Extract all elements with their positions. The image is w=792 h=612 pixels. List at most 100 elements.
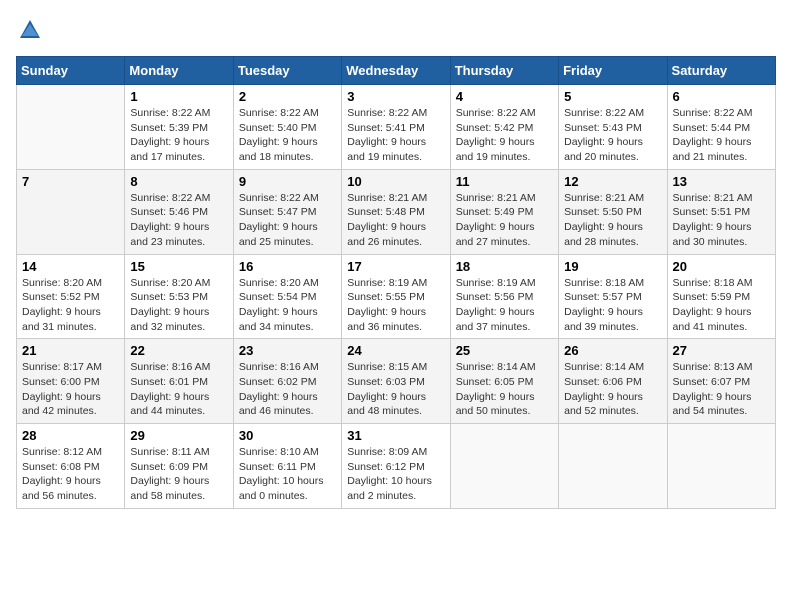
day-number: 23 [239,343,336,358]
calendar-day: 14 Sunrise: 8:20 AMSunset: 5:52 PMDayligh… [17,254,125,339]
day-info: Sunrise: 8:16 AMSunset: 6:01 PMDaylight:… [130,360,227,419]
calendar-day [450,424,558,509]
day-info: Sunrise: 8:21 AMSunset: 5:51 PMDaylight:… [673,191,770,250]
day-info: Sunrise: 8:16 AMSunset: 6:02 PMDaylight:… [239,360,336,419]
calendar-day [667,424,775,509]
calendar-day: 5 Sunrise: 8:22 AMSunset: 5:43 PMDaylight… [559,85,667,170]
day-info: Sunrise: 8:22 AMSunset: 5:46 PMDaylight:… [130,191,227,250]
day-number: 31 [347,428,444,443]
day-number: 11 [456,174,553,189]
day-number: 26 [564,343,661,358]
day-info: Sunrise: 8:17 AMSunset: 6:00 PMDaylight:… [22,360,119,419]
header [16,16,776,44]
day-number: 6 [673,89,770,104]
day-number: 28 [22,428,119,443]
logo [16,16,48,44]
calendar-day: 29 Sunrise: 8:11 AMSunset: 6:09 PMDayligh… [125,424,233,509]
day-info: Sunrise: 8:18 AMSunset: 5:59 PMDaylight:… [673,276,770,335]
calendar-week: 21 Sunrise: 8:17 AMSunset: 6:00 PMDayligh… [17,339,776,424]
calendar-day: 20 Sunrise: 8:18 AMSunset: 5:59 PMDayligh… [667,254,775,339]
day-info: Sunrise: 8:20 AMSunset: 5:54 PMDaylight:… [239,276,336,335]
calendar-table: SundayMondayTuesdayWednesdayThursdayFrid… [16,56,776,509]
day-info: Sunrise: 8:14 AMSunset: 6:05 PMDaylight:… [456,360,553,419]
day-number: 22 [130,343,227,358]
weekday-header: Sunday [17,57,125,85]
day-number: 13 [673,174,770,189]
day-info: Sunrise: 8:12 AMSunset: 6:08 PMDaylight:… [22,445,119,504]
day-number: 5 [564,89,661,104]
day-number: 25 [456,343,553,358]
day-info: Sunrise: 8:22 AMSunset: 5:39 PMDaylight:… [130,106,227,165]
calendar-day: 8 Sunrise: 8:22 AMSunset: 5:46 PMDaylight… [125,169,233,254]
day-number: 2 [239,89,336,104]
day-info: Sunrise: 8:22 AMSunset: 5:44 PMDaylight:… [673,106,770,165]
day-number: 19 [564,259,661,274]
calendar-day: 24 Sunrise: 8:15 AMSunset: 6:03 PMDayligh… [342,339,450,424]
calendar-day: 31 Sunrise: 8:09 AMSunset: 6:12 PMDayligh… [342,424,450,509]
calendar-day: 11 Sunrise: 8:21 AMSunset: 5:49 PMDayligh… [450,169,558,254]
day-number: 14 [22,259,119,274]
day-number: 16 [239,259,336,274]
day-info: Sunrise: 8:19 AMSunset: 5:55 PMDaylight:… [347,276,444,335]
day-info: Sunrise: 8:21 AMSunset: 5:48 PMDaylight:… [347,191,444,250]
weekday-header: Tuesday [233,57,341,85]
calendar-day: 26 Sunrise: 8:14 AMSunset: 6:06 PMDayligh… [559,339,667,424]
calendar-day: 2 Sunrise: 8:22 AMSunset: 5:40 PMDaylight… [233,85,341,170]
calendar-day: 4 Sunrise: 8:22 AMSunset: 5:42 PMDaylight… [450,85,558,170]
calendar-day: 1Sunrise: 8:22 AMSunset: 5:39 PMDaylight… [125,85,233,170]
day-number: 8 [130,174,227,189]
day-info: Sunrise: 8:22 AMSunset: 5:40 PMDaylight:… [239,106,336,165]
day-info: Sunrise: 8:22 AMSunset: 5:43 PMDaylight:… [564,106,661,165]
day-info: Sunrise: 8:14 AMSunset: 6:06 PMDaylight:… [564,360,661,419]
day-number: 4 [456,89,553,104]
calendar-day: 28 Sunrise: 8:12 AMSunset: 6:08 PMDayligh… [17,424,125,509]
calendar-body: 1Sunrise: 8:22 AMSunset: 5:39 PMDaylight… [17,85,776,509]
calendar-week: 28 Sunrise: 8:12 AMSunset: 6:08 PMDayligh… [17,424,776,509]
day-info: Sunrise: 8:13 AMSunset: 6:07 PMDaylight:… [673,360,770,419]
weekday-header: Friday [559,57,667,85]
day-info: Sunrise: 8:10 AMSunset: 6:11 PMDaylight:… [239,445,336,504]
day-info: Sunrise: 8:21 AMSunset: 5:49 PMDaylight:… [456,191,553,250]
day-number: 29 [130,428,227,443]
weekday-header: Thursday [450,57,558,85]
calendar-day: 25 Sunrise: 8:14 AMSunset: 6:05 PMDayligh… [450,339,558,424]
calendar-week: 1Sunrise: 8:22 AMSunset: 5:39 PMDaylight… [17,85,776,170]
calendar-day: 17 Sunrise: 8:19 AMSunset: 5:55 PMDayligh… [342,254,450,339]
day-info: Sunrise: 8:22 AMSunset: 5:47 PMDaylight:… [239,191,336,250]
calendar-day [559,424,667,509]
day-info: Sunrise: 8:20 AMSunset: 5:52 PMDaylight:… [22,276,119,335]
calendar-day: 3Sunrise: 8:22 AMSunset: 5:41 PMDaylight… [342,85,450,170]
weekday-header: Monday [125,57,233,85]
day-number: 21 [22,343,119,358]
calendar-day: 23 Sunrise: 8:16 AMSunset: 6:02 PMDayligh… [233,339,341,424]
day-info: Sunrise: 8:20 AMSunset: 5:53 PMDaylight:… [130,276,227,335]
calendar-day: 6 Sunrise: 8:22 AMSunset: 5:44 PMDaylight… [667,85,775,170]
day-number: 24 [347,343,444,358]
calendar-day [17,85,125,170]
day-number: 17 [347,259,444,274]
day-number: 10 [347,174,444,189]
day-info: Sunrise: 8:09 AMSunset: 6:12 PMDaylight:… [347,445,444,504]
calendar-week: 78 Sunrise: 8:22 AMSunset: 5:46 PMDayligh… [17,169,776,254]
calendar-day: 22 Sunrise: 8:16 AMSunset: 6:01 PMDayligh… [125,339,233,424]
day-info: Sunrise: 8:18 AMSunset: 5:57 PMDaylight:… [564,276,661,335]
calendar-day: 18Sunrise: 8:19 AMSunset: 5:56 PMDayligh… [450,254,558,339]
day-info: Sunrise: 8:11 AMSunset: 6:09 PMDaylight:… [130,445,227,504]
logo-icon [16,16,44,44]
calendar-day: 13 Sunrise: 8:21 AMSunset: 5:51 PMDayligh… [667,169,775,254]
calendar-day: 27 Sunrise: 8:13 AMSunset: 6:07 PMDayligh… [667,339,775,424]
calendar-day: 30Sunrise: 8:10 AMSunset: 6:11 PMDayligh… [233,424,341,509]
day-number: 27 [673,343,770,358]
calendar-day: 12 Sunrise: 8:21 AMSunset: 5:50 PMDayligh… [559,169,667,254]
calendar-day: 19 Sunrise: 8:18 AMSunset: 5:57 PMDayligh… [559,254,667,339]
day-number: 7 [22,174,119,189]
day-number: 20 [673,259,770,274]
day-number: 15 [130,259,227,274]
day-info: Sunrise: 8:22 AMSunset: 5:42 PMDaylight:… [456,106,553,165]
day-info: Sunrise: 8:19 AMSunset: 5:56 PMDaylight:… [456,276,553,335]
day-number: 12 [564,174,661,189]
calendar-day: 10 Sunrise: 8:21 AMSunset: 5:48 PMDayligh… [342,169,450,254]
day-info: Sunrise: 8:21 AMSunset: 5:50 PMDaylight:… [564,191,661,250]
day-info: Sunrise: 8:15 AMSunset: 6:03 PMDaylight:… [347,360,444,419]
day-number: 9 [239,174,336,189]
